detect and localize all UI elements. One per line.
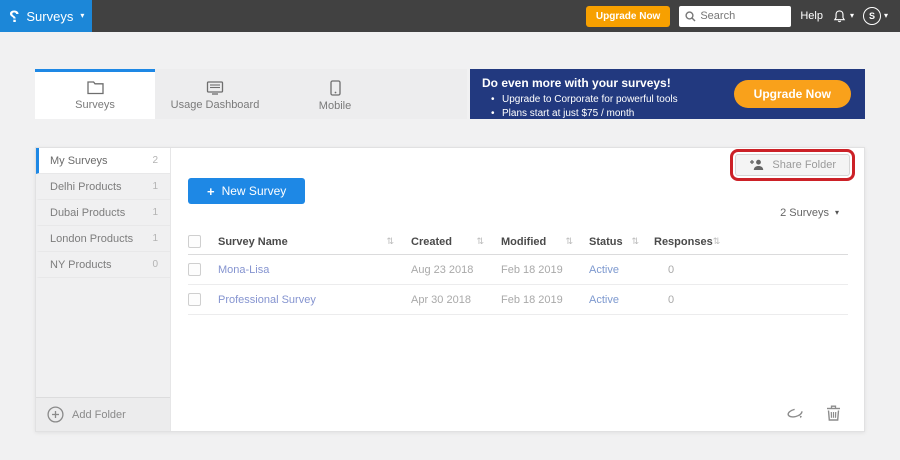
banner-upgrade-button[interactable]: Upgrade Now	[733, 80, 851, 108]
folder-name: Dubai Products	[50, 206, 126, 219]
folders-sidebar: My Surveys 2 Delhi Products 1 Dubai Prod…	[36, 148, 171, 431]
survey-count-dropdown[interactable]: 2 Surveys ▾	[780, 207, 839, 219]
bell-icon	[833, 9, 846, 22]
survey-count-label: 2 Surveys	[780, 207, 829, 219]
sidebar-item-london-products[interactable]: London Products 1	[36, 226, 170, 252]
modified-date: Feb 18 2019	[501, 263, 563, 276]
sort-icon[interactable]: ⇅	[713, 236, 728, 247]
table-row: Mona-Lisa Aug 23 2018 Feb 18 2019 Active…	[188, 255, 848, 285]
promo-banner: Do even more with your surveys! Upgrade …	[470, 69, 865, 121]
surveys-main: Share Folder + New Survey 2 Surveys ▾ Su…	[171, 148, 864, 431]
tab-mobile[interactable]: Mobile	[275, 69, 395, 119]
table-row: Professional Survey Apr 30 2018 Feb 18 2…	[188, 285, 848, 315]
survey-name-link[interactable]: Mona-Lisa	[218, 264, 269, 276]
folder-icon	[86, 80, 104, 94]
banner-bullet: Plans start at just $75 / month	[482, 107, 853, 121]
tab-surveys[interactable]: Surveys	[35, 69, 155, 119]
chevron-down-icon: ▾	[80, 11, 85, 20]
row-checkbox[interactable]	[188, 293, 201, 306]
tab-label: Surveys	[75, 98, 115, 111]
product-menu-label: Surveys	[26, 8, 74, 24]
sidebar-item-ny-products[interactable]: NY Products 0	[36, 252, 170, 278]
mobile-icon	[329, 79, 341, 96]
sidebar-item-my-surveys[interactable]: My Surveys 2	[36, 148, 170, 174]
table-footer-actions	[786, 405, 841, 421]
folder-name: Delhi Products	[50, 180, 122, 193]
tab-label: Mobile	[318, 99, 352, 112]
tab-label: Usage Dashboard	[170, 98, 260, 111]
created-date: Apr 30 2018	[411, 293, 471, 306]
dashboard-icon	[206, 80, 224, 95]
tab-strip: Surveys Usage Dashboard Mobile	[35, 69, 467, 119]
tab-usage-dashboard[interactable]: Usage Dashboard	[155, 69, 275, 119]
trash-icon[interactable]	[826, 405, 841, 421]
folder-count: 2	[152, 155, 158, 166]
sidebar-item-dubai-products[interactable]: Dubai Products 1	[36, 200, 170, 226]
highlight-annotation: Share Folder	[730, 149, 855, 181]
avatar: S	[862, 7, 881, 25]
status-badge[interactable]: Active	[589, 264, 619, 276]
proprofs-logo-icon: ?	[9, 6, 20, 26]
folder-name: London Products	[50, 232, 134, 245]
responses-count: 0	[668, 293, 675, 306]
plus-circle-icon	[47, 406, 64, 423]
share-folder-button[interactable]: Share Folder	[735, 154, 850, 176]
survey-name-link[interactable]: Professional Survey	[218, 294, 316, 306]
share-folder-label: Share Folder	[772, 159, 836, 171]
restore-icon[interactable]	[786, 407, 804, 419]
row-checkbox[interactable]	[188, 263, 201, 276]
search-icon	[685, 10, 696, 21]
folder-name: NY Products	[50, 258, 112, 271]
new-survey-button[interactable]: + New Survey	[188, 178, 306, 204]
search-input[interactable]	[700, 10, 783, 22]
folder-count: 1	[152, 181, 158, 192]
sort-icon[interactable]: ⇅	[476, 236, 491, 247]
search-box	[679, 5, 792, 27]
chevron-down-icon: ▾	[834, 208, 839, 217]
folder-name: My Surveys	[50, 154, 108, 167]
sort-icon[interactable]: ⇅	[565, 236, 580, 247]
status-badge[interactable]: Active	[589, 294, 619, 306]
header-survey-name: Survey Name	[218, 235, 288, 248]
add-folder-button[interactable]: Add Folder	[36, 397, 170, 431]
sort-icon[interactable]: ⇅	[386, 236, 401, 247]
chevron-down-icon: ▾	[883, 11, 888, 20]
chevron-down-icon: ▾	[849, 11, 854, 20]
modified-date: Feb 18 2019	[501, 293, 563, 306]
plus-icon: +	[207, 183, 215, 199]
help-link[interactable]: Help	[800, 10, 823, 22]
sidebar-item-delhi-products[interactable]: Delhi Products 1	[36, 174, 170, 200]
table-header-row: Survey Name ⇅ Created ⇅ Modified ⇅ Statu…	[188, 229, 848, 255]
created-date: Aug 23 2018	[411, 263, 474, 276]
add-folder-label: Add Folder	[72, 408, 126, 421]
header-modified: Modified	[501, 235, 547, 248]
product-switcher[interactable]: ? Surveys ▾	[0, 0, 92, 32]
header-created: Created	[411, 235, 452, 248]
surveys-table: Survey Name ⇅ Created ⇅ Modified ⇅ Statu…	[188, 229, 848, 315]
new-survey-label: New Survey	[221, 184, 287, 198]
select-all-checkbox[interactable]	[188, 235, 201, 248]
folder-count: 1	[152, 207, 158, 218]
notifications-menu[interactable]: ▾	[832, 9, 854, 24]
upgrade-now-button[interactable]: Upgrade Now	[585, 5, 671, 27]
share-person-icon	[750, 159, 764, 170]
responses-count: 0	[668, 263, 675, 276]
account-menu[interactable]: S ▾	[862, 7, 888, 25]
content-panel: My Surveys 2 Delhi Products 1 Dubai Prod…	[35, 147, 865, 432]
folder-count: 0	[152, 259, 158, 270]
sort-icon[interactable]: ⇅	[631, 236, 646, 247]
folder-count: 1	[152, 233, 158, 244]
header-status: Status	[589, 235, 623, 248]
top-bar-right: Upgrade Now Help ▾ S ▾	[585, 5, 900, 27]
header-responses: Responses	[654, 235, 713, 248]
top-bar: ? Surveys ▾ Upgrade Now Help ▾ S ▾	[0, 0, 900, 32]
